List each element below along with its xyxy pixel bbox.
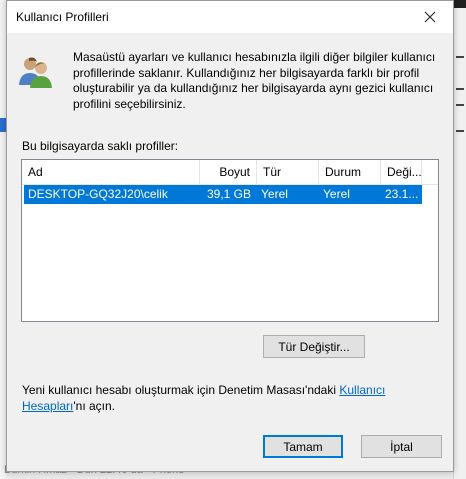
cell-name: DESKTOP-GQ32J20\celik xyxy=(28,187,168,201)
dialog-title: Kullanıcı Profilleri xyxy=(16,10,109,24)
background-tick xyxy=(456,88,464,90)
change-type-button[interactable]: Tür Değiştir... xyxy=(263,335,365,358)
table-row[interactable]: DESKTOP-GQ32J20\celik 39,1 GB Yerel Yere… xyxy=(24,185,422,204)
create-account-note: Yeni kullanıcı hesabı oluşturmak için De… xyxy=(22,382,442,414)
column-header-modified[interactable]: Deği... xyxy=(381,160,422,184)
ok-button[interactable]: Tamam xyxy=(263,435,343,458)
background-tick xyxy=(456,56,464,58)
note-prefix: Yeni kullanıcı hesabı oluşturmak için De… xyxy=(22,383,340,397)
profiles-list[interactable]: Ad Boyut Tür Durum Deği... DESKTOP-GQ32J… xyxy=(21,159,439,322)
cancel-button[interactable]: İptal xyxy=(361,435,442,458)
note-suffix: 'nı açın. xyxy=(73,399,116,413)
cell-status: Yerel xyxy=(323,187,350,201)
column-header-status[interactable]: Durum xyxy=(319,160,381,184)
close-button[interactable] xyxy=(407,1,453,33)
users-icon xyxy=(19,57,52,88)
background-tick xyxy=(456,130,464,132)
cell-type: Yerel xyxy=(261,187,288,201)
background-tick xyxy=(456,104,464,106)
cell-modified: 23.1... xyxy=(385,187,419,201)
cell-size: 39,1 GB xyxy=(206,187,251,201)
close-icon xyxy=(424,11,436,23)
column-header-name[interactable]: Ad xyxy=(22,160,200,184)
intro-text: Masaüstü ayarları ve kullanıcı hesabınız… xyxy=(73,50,436,111)
background-dark-block xyxy=(454,0,466,8)
list-header: Ad Boyut Tür Durum Deği... xyxy=(22,160,438,185)
column-header-size[interactable]: Boyut xyxy=(200,160,257,184)
profiles-list-label: Bu bilgisayarda saklı profiller: xyxy=(22,139,179,153)
background-right-panel xyxy=(453,0,466,479)
column-header-type[interactable]: Tür xyxy=(257,160,319,184)
user-profiles-dialog: Kullanıcı Profilleri Masaüstü ayarları v… xyxy=(6,0,454,472)
title-bar[interactable]: Kullanıcı Profilleri xyxy=(7,1,453,33)
